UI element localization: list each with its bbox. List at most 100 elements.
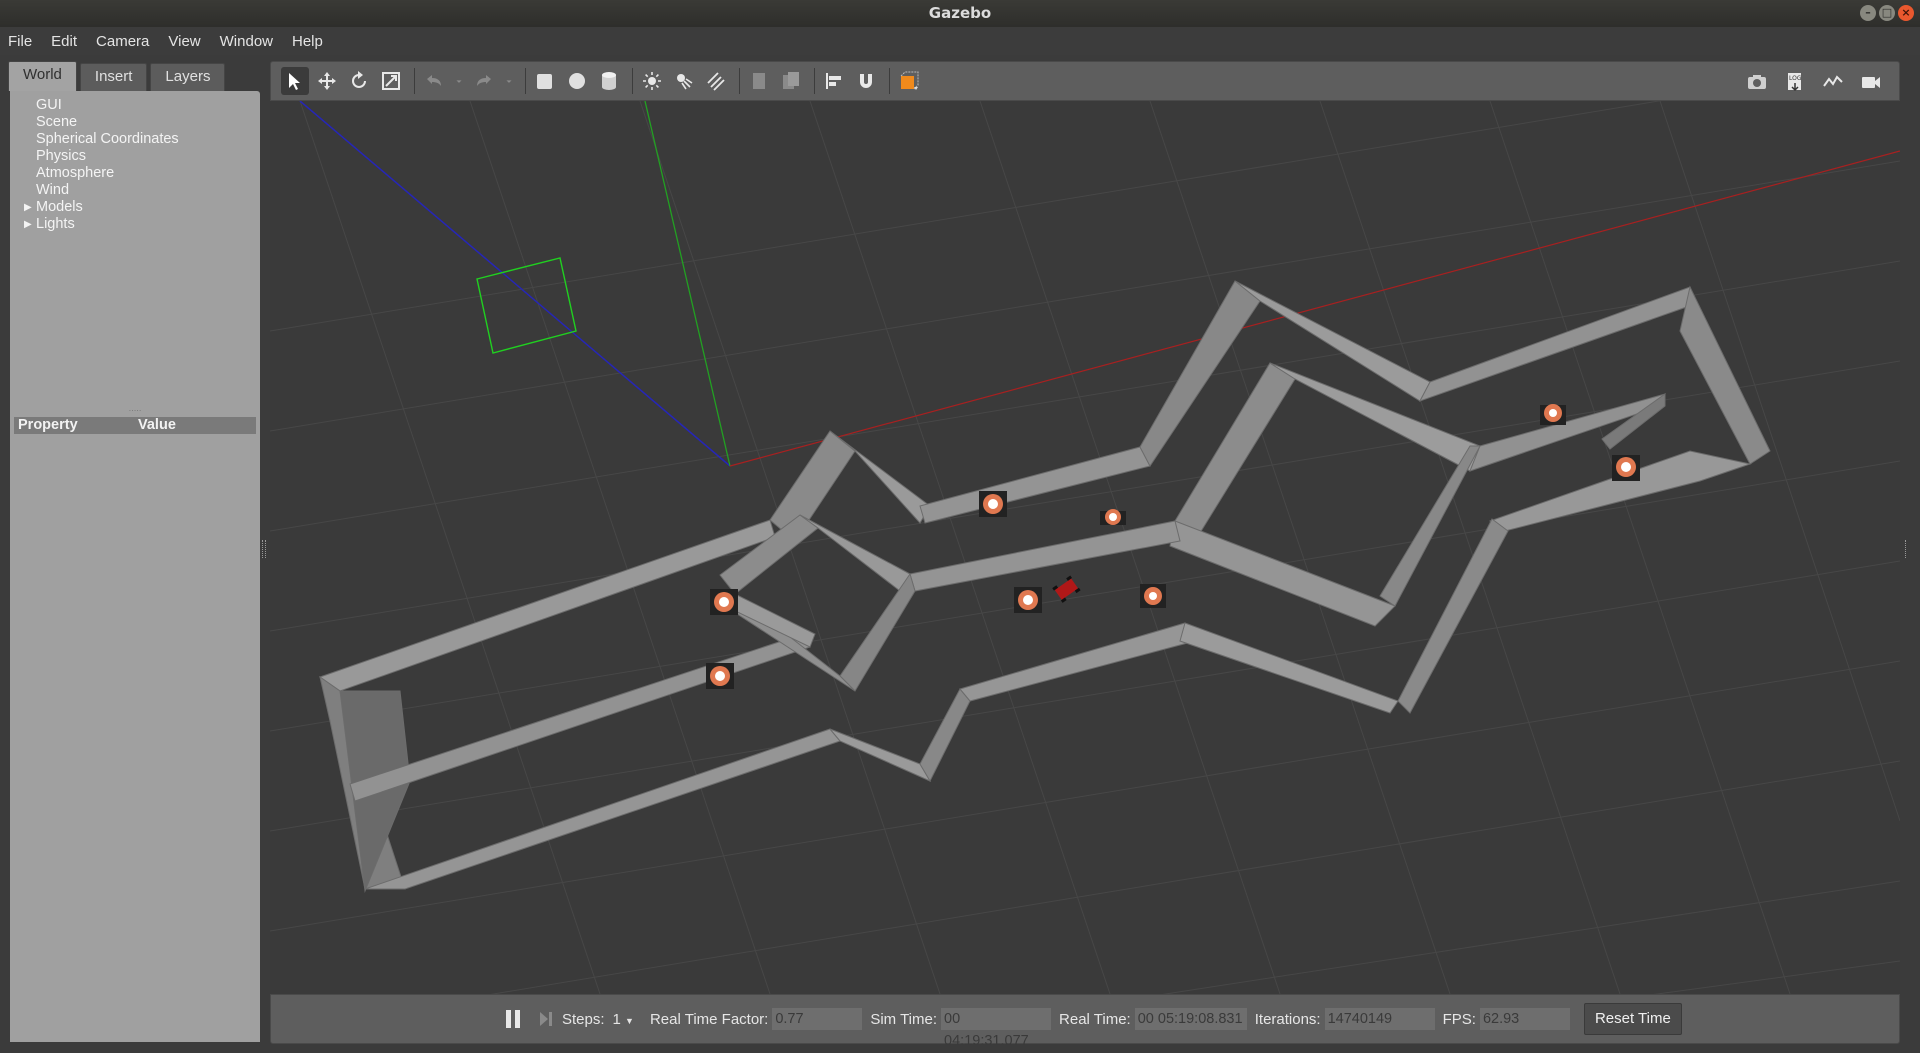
window-title: Gazebo bbox=[928, 4, 992, 22]
translate-icon[interactable] bbox=[313, 67, 341, 95]
chevron-down-icon: ▼ bbox=[625, 1015, 634, 1026]
toolbar-separator bbox=[525, 68, 526, 94]
menu-edit[interactable]: Edit bbox=[51, 33, 77, 50]
render-viewport: LOG Steps: 1 ▼ Real Time Factor: 0.77 Si… bbox=[270, 61, 1900, 1049]
tab-insert[interactable]: Insert bbox=[79, 63, 148, 91]
window-titlebar: Gazebo – □ × bbox=[0, 0, 1920, 27]
rotate-icon[interactable] bbox=[345, 67, 373, 95]
tree-item-label: Scene bbox=[36, 114, 78, 130]
iterations-field: 14740149 bbox=[1324, 1008, 1435, 1030]
tree-item-label: Atmosphere bbox=[36, 165, 115, 181]
cone-model[interactable] bbox=[979, 491, 1007, 517]
y-axis-line bbox=[644, 101, 731, 467]
cone-model[interactable] bbox=[1100, 509, 1126, 525]
plot-icon[interactable] bbox=[1819, 68, 1847, 96]
expand-arrow-icon[interactable]: ▶ bbox=[24, 199, 32, 216]
real-time-label: Real Time: bbox=[1059, 1010, 1131, 1028]
cone-model[interactable] bbox=[1612, 455, 1640, 481]
toolbar-separator bbox=[889, 68, 890, 94]
fps-label: FPS: bbox=[1442, 1010, 1476, 1028]
toolbar-separator bbox=[739, 68, 740, 94]
light-selection-box[interactable] bbox=[476, 257, 577, 354]
menu-help[interactable]: Help bbox=[292, 33, 323, 50]
undo-dropdown-icon[interactable] bbox=[452, 67, 466, 95]
cone-model[interactable] bbox=[1140, 584, 1166, 608]
sphere-icon[interactable] bbox=[563, 67, 591, 95]
3d-scene[interactable] bbox=[270, 101, 1900, 994]
real-time-field: 00 05:19:08.831 bbox=[1134, 1008, 1247, 1030]
paste-icon[interactable] bbox=[777, 67, 805, 95]
left-panel: World Insert Layers GUI Scene Spherical … bbox=[8, 61, 260, 1042]
x-axis-line bbox=[729, 150, 1900, 467]
undo-icon[interactable] bbox=[420, 67, 448, 95]
expand-arrow-icon[interactable]: ▶ bbox=[24, 216, 32, 233]
tree-item-models[interactable]: ▶ Models bbox=[10, 199, 260, 216]
spot-light-icon[interactable] bbox=[670, 67, 698, 95]
box-icon[interactable] bbox=[531, 67, 559, 95]
select-arrow-icon[interactable] bbox=[281, 67, 309, 95]
sim-time-field: 00 04:19:31.077 bbox=[941, 1008, 1052, 1049]
tab-layers[interactable]: Layers bbox=[150, 63, 226, 91]
toolbar-separator bbox=[414, 68, 415, 94]
value-column-header: Value bbox=[138, 417, 176, 433]
property-header: Property Value bbox=[14, 417, 256, 434]
sim-time-label: Sim Time: bbox=[870, 1010, 938, 1028]
right-panel-resize-handle[interactable] bbox=[1905, 540, 1908, 558]
tree-item-atmosphere[interactable]: Atmosphere bbox=[10, 165, 260, 182]
cylinder-icon[interactable] bbox=[595, 67, 623, 95]
tree-item-scene[interactable]: Scene bbox=[10, 114, 260, 131]
close-icon[interactable]: × bbox=[1898, 5, 1914, 21]
redo-icon[interactable] bbox=[470, 67, 498, 95]
tree-item-wind[interactable]: Wind bbox=[10, 182, 260, 199]
tree-item-label: Wind bbox=[36, 182, 70, 198]
tree-item-label: Spherical Coordinates bbox=[36, 131, 179, 147]
directional-light-icon[interactable] bbox=[702, 67, 730, 95]
step-forward-icon[interactable] bbox=[538, 1010, 554, 1028]
menu-view[interactable]: View bbox=[168, 33, 200, 50]
scene-canvas[interactable] bbox=[270, 101, 1900, 994]
tree-item-physics[interactable]: Physics bbox=[10, 148, 260, 165]
reset-time-button[interactable]: Reset Time bbox=[1583, 1003, 1682, 1035]
toolbar: LOG bbox=[270, 61, 1900, 101]
copy-icon[interactable] bbox=[745, 67, 773, 95]
screenshot-camera-icon[interactable] bbox=[1743, 68, 1771, 96]
video-record-icon[interactable] bbox=[1857, 68, 1885, 96]
z-axis-line bbox=[299, 101, 731, 467]
cone-model[interactable] bbox=[706, 663, 734, 689]
point-light-icon[interactable] bbox=[638, 67, 666, 95]
tree-item-spherical-coordinates[interactable]: Spherical Coordinates bbox=[10, 131, 260, 148]
align-icon[interactable] bbox=[820, 67, 848, 95]
scale-icon[interactable] bbox=[377, 67, 405, 95]
toolbar-right-group: LOG bbox=[1743, 68, 1889, 96]
snap-magnet-icon[interactable] bbox=[852, 67, 880, 95]
log-icon[interactable]: LOG bbox=[1781, 68, 1809, 96]
tree-item-label: Lights bbox=[36, 216, 75, 232]
fps-field: 62.93 bbox=[1479, 1008, 1570, 1030]
tree-item-lights[interactable]: ▶ Lights bbox=[10, 216, 260, 233]
tree-item-label: Physics bbox=[36, 148, 86, 164]
tree-item-label: Models bbox=[36, 199, 83, 215]
redo-dropdown-icon[interactable] bbox=[502, 67, 516, 95]
maximize-icon[interactable]: □ bbox=[1879, 5, 1895, 21]
menu-file[interactable]: File bbox=[8, 33, 32, 50]
cone-model[interactable] bbox=[1014, 587, 1042, 613]
cone-model[interactable] bbox=[710, 589, 738, 615]
simulation-status-bar: Steps: 1 ▼ Real Time Factor: 0.77 Sim Ti… bbox=[270, 994, 1900, 1049]
minimize-icon[interactable]: – bbox=[1860, 5, 1876, 21]
panel-tabs: World Insert Layers bbox=[8, 61, 260, 91]
window-controls: – □ × bbox=[1860, 5, 1914, 21]
menu-window[interactable]: Window bbox=[220, 33, 273, 50]
iterations-label: Iterations: bbox=[1254, 1010, 1321, 1028]
menu-camera[interactable]: Camera bbox=[96, 33, 149, 50]
pause-icon[interactable] bbox=[506, 1010, 522, 1028]
cone-model[interactable] bbox=[1540, 404, 1566, 425]
real-time-factor-field: 0.77 bbox=[772, 1008, 863, 1030]
tree-item-gui[interactable]: GUI bbox=[10, 97, 260, 114]
real-time-factor-label: Real Time Factor: bbox=[649, 1010, 769, 1028]
steps-spinbox[interactable]: 1 ▼ bbox=[613, 1011, 634, 1028]
tab-world[interactable]: World bbox=[8, 61, 77, 91]
toolbar-separator bbox=[814, 68, 815, 94]
tree-item-label: GUI bbox=[36, 97, 62, 113]
left-panel-resize-handle[interactable] bbox=[262, 540, 266, 558]
view-angle-icon[interactable] bbox=[895, 67, 923, 95]
